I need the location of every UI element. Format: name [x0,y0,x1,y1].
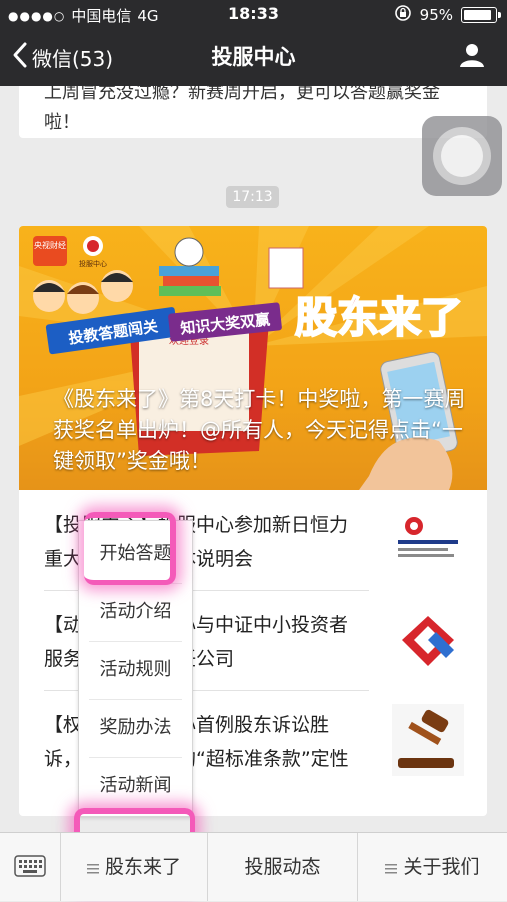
message-timestamp: 17:13 [226,186,279,208]
brand-right-text: 投服中心 [79,259,107,268]
page-title: 投服中心 [211,45,296,69]
bottom-menu-label: 股东来了 [104,856,181,878]
profile-button[interactable] [459,42,485,72]
banner-headline: 股东来了 [295,293,463,342]
battery-icon [461,7,501,23]
assistive-touch-button[interactable] [422,116,502,196]
article-banner[interactable]: 央视财经 投服中心 欢迎登录 投教答题闯关 知识大奖双赢 股东来了 《股东来了》… [19,226,487,490]
keyboard-toggle[interactable] [0,833,61,901]
article-item-thumbnail [392,704,464,776]
highlight-mark [84,512,176,585]
article-headline: 《股东来了》第8天打卡！中奖啦，第一赛周获奖名单出炉！@所有人，今天记得点击“一… [53,387,466,473]
article-item-thumbnail [392,604,464,676]
keyboard-icon [14,855,46,881]
previous-message-text: 上周冒充没过瘾？新赛周开启，更可以答题赢奖金啦！ [44,86,440,133]
brand-left-text: 央视财经 [34,240,66,250]
rotation-lock-icon [394,4,412,26]
bottom-menu-label: 关于我们 [403,856,480,878]
bottom-menu-about[interactable]: 关于我们 [358,833,507,901]
bottom-menu-dongtai[interactable]: 投服动态 [208,833,357,901]
menu-lines-icon [385,834,398,902]
nav-bar: 微信(53) 投服中心 [0,28,507,86]
bottom-menu-gudong[interactable]: 股东来了 [61,833,207,901]
menu-lines-icon [86,834,99,902]
bottom-menu-bar: 股东来了 投服动态 关于我们 [0,832,507,901]
menu-item-activity-news[interactable]: 活动新闻 [79,757,192,815]
article-item-thumbnail [392,504,464,576]
menu-item-reward-method[interactable]: 奖励办法 [79,699,192,757]
status-bar: ●●●●○ 中国电信 4G 18:33 95% [0,0,507,28]
battery-percent: 95% [419,6,453,24]
previous-message-card[interactable]: 上周冒充没过瘾？新赛周开启，更可以答题赢奖金啦！ [19,86,487,138]
menu-item-activity-rules[interactable]: 活动规则 [79,641,192,699]
chat-content[interactable]: 上周冒充没过瘾？新赛周开启，更可以答题赢奖金啦！ 17:13 央视财经 投服中心 [0,86,507,832]
bottom-menu-label: 投服动态 [244,856,321,878]
person-icon [459,44,485,72]
menu-item-activity-intro[interactable]: 活动介绍 [79,583,192,641]
